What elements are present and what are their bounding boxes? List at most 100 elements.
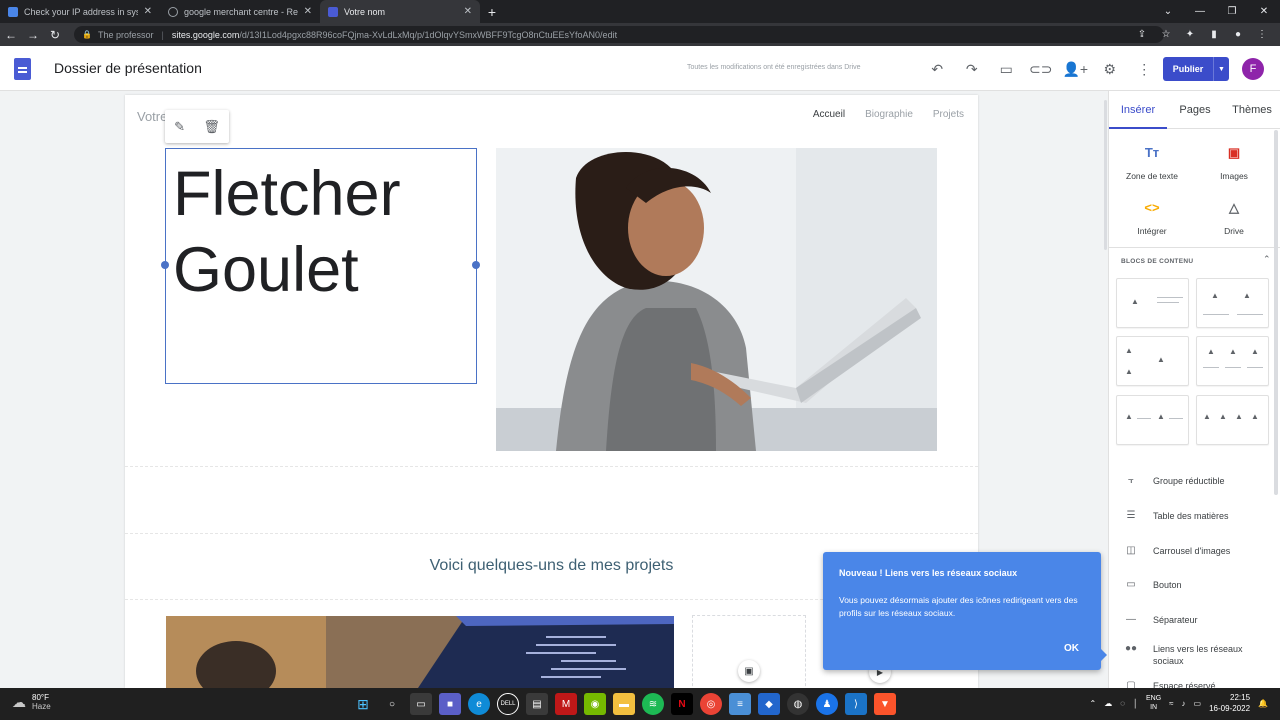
extensions-icon[interactable]: ✦ [1180, 29, 1200, 40]
new-tab-button[interactable]: + [480, 0, 504, 23]
notepad-icon[interactable]: ≡ [729, 693, 751, 715]
task-view-icon[interactable]: ▭ [410, 693, 432, 715]
brave-icon[interactable]: ▼ [874, 693, 896, 715]
component-item[interactable]: — Séparateur [1109, 614, 1280, 626]
nvidia-icon[interactable]: ◉ [584, 693, 606, 715]
selected-text-box[interactable]: Fletcher Goulet [165, 148, 477, 384]
avatar[interactable]: F [1242, 58, 1264, 80]
publish-label[interactable]: Publier [1163, 57, 1214, 81]
wifi-icon[interactable]: ≈ [1169, 699, 1173, 708]
address-bar[interactable]: 🔒 The professor | sites.google.com /d/13… [74, 26, 1164, 43]
browser-tab[interactable]: Check your IP address in system ✕ [0, 0, 160, 23]
notification-bell-icon[interactable]: 🔔 [1258, 699, 1268, 708]
component-item[interactable]: ◫ Carrousel d'images [1109, 545, 1280, 557]
volume-icon[interactable]: ♪ [1182, 699, 1186, 708]
dell-icon[interactable]: DELL [497, 693, 519, 715]
component-item[interactable]: ☰ Table des matières [1109, 510, 1280, 522]
add-image-icon[interactable]: ▣ [738, 660, 760, 682]
canvas-scrollbar[interactable] [1104, 100, 1107, 250]
tab-search-icon[interactable]: ⌄ [1152, 0, 1184, 23]
content-block[interactable]: ▲ ▲ [1196, 278, 1269, 328]
browser-tab-active[interactable]: Votre nom ✕ [320, 0, 480, 23]
browser-menu-icon[interactable]: ⋮ [1252, 29, 1272, 40]
chevron-up-icon[interactable]: ⌃ [1090, 699, 1097, 708]
more-options-icon[interactable]: ⋮ [1127, 56, 1162, 82]
insert-text-box[interactable]: Tт Zone de texte [1109, 145, 1195, 181]
content-block[interactable]: ▲ ▲ ▲ [1196, 336, 1269, 386]
weather-widget[interactable]: ☁ 80°F Haze [12, 693, 51, 711]
tab-inserer[interactable]: Insérer [1109, 91, 1167, 129]
project-image-code[interactable] [166, 616, 674, 688]
hero-image[interactable] [496, 148, 937, 451]
redo-icon[interactable]: ↷ [955, 56, 990, 82]
profile-icon[interactable]: ● [1228, 29, 1248, 40]
app-icon[interactable]: ♟ [816, 693, 838, 715]
content-block[interactable]: ▲ ▲ [1116, 395, 1189, 445]
edit-pencil-icon[interactable]: ✎ [174, 119, 185, 135]
google-sites-logo-icon[interactable] [14, 58, 31, 80]
windows-start-icon[interactable]: ⊞ [352, 693, 374, 715]
component-item[interactable]: ⫟ Groupe réductible [1109, 475, 1280, 487]
battery-icon[interactable]: ▭ [1194, 699, 1202, 708]
chevron-up-icon[interactable]: ⌃ [1263, 254, 1271, 265]
tab-pages[interactable]: Pages [1167, 91, 1223, 128]
tooltip-ok-button[interactable]: OK [1064, 643, 1079, 654]
forward-icon[interactable]: → [22, 23, 44, 46]
settings-gear-icon[interactable]: ⚙ [1093, 56, 1128, 82]
insert-images[interactable]: ▣ Images [1191, 145, 1277, 181]
restore-icon[interactable]: ❐ [1216, 0, 1248, 23]
close-tab-icon[interactable]: ✕ [464, 6, 472, 17]
resize-handle-right[interactable] [472, 261, 480, 269]
close-tab-icon[interactable]: ✕ [144, 6, 152, 17]
clock[interactable]: 22:15 16-09-2022 [1209, 692, 1250, 714]
network-icon[interactable]: ◌ [1120, 699, 1125, 708]
chrome-icon[interactable]: ◎ [700, 693, 722, 715]
teams-chat-icon[interactable]: ■ [439, 693, 461, 715]
resize-handle-left[interactable] [161, 261, 169, 269]
edge-icon[interactable]: e [468, 693, 490, 715]
nav-item-projets[interactable]: Projets [933, 109, 964, 120]
nav-item-biographie[interactable]: Biographie [865, 109, 913, 120]
cloud-sync-icon[interactable]: ☁ [1104, 699, 1112, 708]
tab-themes[interactable]: Thèmes [1223, 91, 1280, 128]
spotify-icon[interactable]: ≋ [642, 693, 664, 715]
content-block[interactable]: ▲ [1116, 278, 1189, 328]
publish-button[interactable]: Publier ▼ [1163, 57, 1229, 81]
github-icon[interactable]: ◍ [787, 693, 809, 715]
mcafee-icon[interactable]: M [555, 693, 577, 715]
language-indicator[interactable]: ENG IN [1146, 694, 1161, 712]
nav-item-accueil[interactable]: Accueil [813, 109, 845, 120]
insert-drive[interactable]: △ Drive [1191, 200, 1277, 236]
undo-icon[interactable]: ↶ [920, 56, 955, 82]
search-icon[interactable]: ○ [381, 693, 403, 715]
side-panel-icon[interactable]: ▮ [1204, 29, 1224, 40]
file-explorer-icon[interactable]: ▬ [613, 693, 635, 715]
panel-scrollbar[interactable] [1274, 130, 1278, 495]
share-with-others-icon[interactable]: 👤+ [1058, 56, 1093, 82]
close-window-icon[interactable]: ✕ [1248, 0, 1280, 23]
document-title[interactable]: Dossier de présentation [54, 60, 202, 76]
project-image-placeholder[interactable]: ▣ [692, 615, 806, 688]
back-icon[interactable]: ← [0, 23, 22, 46]
close-tab-icon[interactable]: ✕ [304, 6, 312, 17]
netflix-icon[interactable]: N [671, 693, 693, 715]
browser-tab[interactable]: google merchant centre - Recher ✕ [160, 0, 320, 23]
bookmark-star-icon[interactable]: ☆ [1156, 29, 1176, 40]
content-block[interactable]: ▲ ▲ ▲ ▲ [1196, 395, 1269, 445]
component-item[interactable]: ▢ Espace réservé [1109, 680, 1280, 688]
minimize-icon[interactable]: — [1184, 0, 1216, 23]
component-item[interactable]: ●● Liens vers les réseaux sociaux [1109, 643, 1280, 667]
mic-icon[interactable]: │ [1133, 699, 1138, 708]
hero-title[interactable]: Fletcher Goulet [173, 156, 401, 308]
component-item[interactable]: ▭ Bouton [1109, 579, 1280, 591]
reload-icon[interactable]: ↻ [44, 23, 66, 46]
publish-dropdown-icon[interactable]: ▼ [1214, 57, 1229, 81]
app-icon[interactable]: ◆ [758, 693, 780, 715]
site-name[interactable]: Votre [137, 109, 167, 124]
insert-embed[interactable]: <> Intégrer [1109, 200, 1195, 236]
store-icon[interactable]: ▤ [526, 693, 548, 715]
content-block[interactable]: ▲ ▲ ▲ [1116, 336, 1189, 386]
delete-trash-icon[interactable]: 🗑 [203, 119, 220, 135]
vscode-icon[interactable]: ⟩ [845, 693, 867, 715]
share-icon[interactable]: ⇪ [1132, 29, 1152, 40]
